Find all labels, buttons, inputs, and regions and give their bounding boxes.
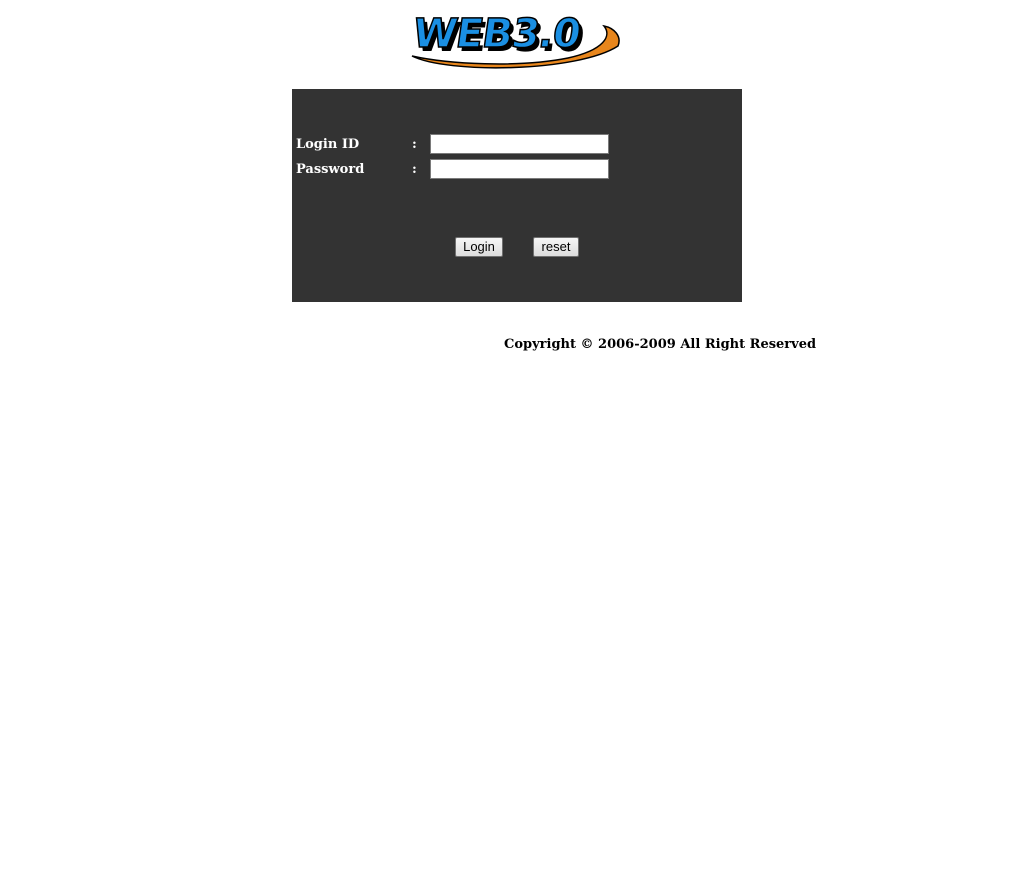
logo-text: WEB3.0 bbox=[410, 11, 583, 57]
copyright-text: Copyright © 2006-2009 All Right Reserved bbox=[504, 337, 817, 352]
web3-logo: WEB3.0 WEB3.0 bbox=[408, 6, 622, 72]
login-id-label: Login ID bbox=[296, 137, 360, 152]
login-id-input[interactable] bbox=[430, 134, 609, 154]
login-id-colon: : bbox=[412, 137, 417, 152]
login-panel: Login ID : Password : Login reset bbox=[292, 89, 742, 302]
password-colon: : bbox=[412, 162, 417, 177]
reset-button[interactable]: reset bbox=[533, 237, 579, 257]
password-input[interactable] bbox=[430, 159, 609, 179]
password-label: Password bbox=[296, 162, 365, 177]
login-button[interactable]: Login bbox=[455, 237, 503, 257]
